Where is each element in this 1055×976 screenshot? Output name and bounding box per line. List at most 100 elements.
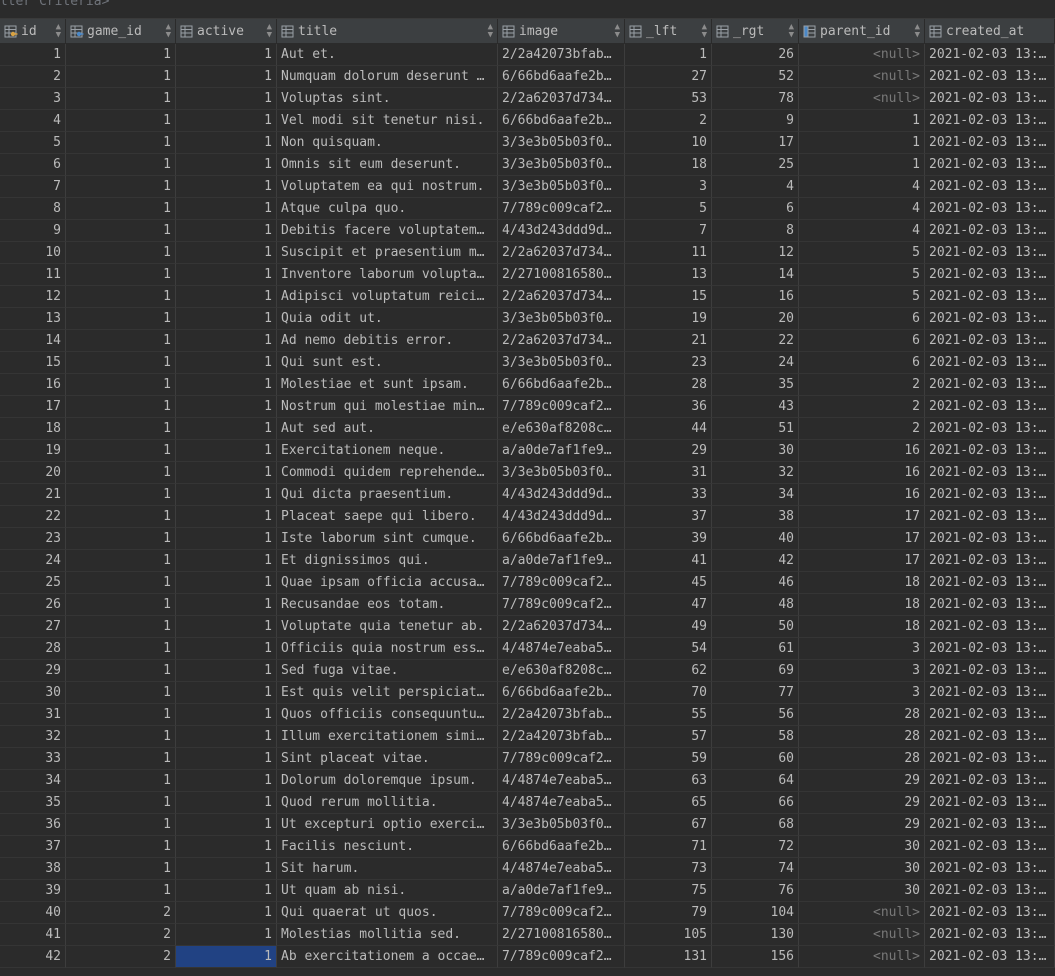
cell-active[interactable]: 1 <box>176 572 277 594</box>
cell-parent-id[interactable]: 30 <box>799 880 925 902</box>
cell-title[interactable]: Qui quaerat ut quos. <box>277 902 498 924</box>
cell-parent-id[interactable]: 18 <box>799 594 925 616</box>
column-header-active[interactable]: active ▲ ▼ <box>176 19 277 43</box>
sort-arrows-icon[interactable]: ▲ ▼ <box>488 23 493 40</box>
cell-title[interactable]: Ab exercitationem a occae… <box>277 946 498 968</box>
cell-rgt[interactable]: 17 <box>712 132 799 154</box>
cell-lft[interactable]: 59 <box>625 748 712 770</box>
cell-parent-id[interactable]: 28 <box>799 748 925 770</box>
cell-lft[interactable]: 19 <box>625 308 712 330</box>
cell-title[interactable]: Voluptatem ea qui nostrum. <box>277 176 498 198</box>
cell-title[interactable]: Placeat saepe qui libero. <box>277 506 498 528</box>
table-row[interactable]: 29 1 1 Sed fuga vitae. e/e630af8208c… 62 69 3 20… <box>0 660 1055 682</box>
cell-active[interactable]: 1 <box>176 396 277 418</box>
cell-active[interactable]: 1 <box>176 506 277 528</box>
cell-parent-id[interactable]: 17 <box>799 550 925 572</box>
cell-rgt[interactable]: 50 <box>712 616 799 638</box>
cell-lft[interactable]: 53 <box>625 88 712 110</box>
cell-title[interactable]: Omnis sit eum deserunt. <box>277 154 498 176</box>
cell-active[interactable]: 1 <box>176 374 277 396</box>
cell-id[interactable]: 8 <box>0 198 66 220</box>
cell-created-at[interactable]: 2021-02-03 13:08 <box>925 550 1055 572</box>
cell-created-at[interactable]: 2021-02-03 13:08 <box>925 616 1055 638</box>
cell-image[interactable]: 2/2a62037d734… <box>498 616 625 638</box>
table-row[interactable]: 37 1 1 Facilis nesciunt. 6/66bd6aafe2b… 71 72 3… <box>0 836 1055 858</box>
cell-rgt[interactable]: 4 <box>712 176 799 198</box>
cell-game-id[interactable]: 1 <box>66 528 176 550</box>
cell-id[interactable]: 40 <box>0 902 66 924</box>
cell-lft[interactable]: 37 <box>625 506 712 528</box>
cell-rgt[interactable]: 8 <box>712 220 799 242</box>
table-row[interactable]: 24 1 1 Et dignissimos qui. a/a0de7af1fe9… 41 4… <box>0 550 1055 572</box>
cell-parent-id[interactable]: 5 <box>799 242 925 264</box>
cell-parent-id[interactable]: 4 <box>799 198 925 220</box>
table-row[interactable]: 21 1 1 Qui dicta praesentium. 4/43d243ddd9d…… <box>0 484 1055 506</box>
cell-image[interactable]: 6/66bd6aafe2b… <box>498 66 625 88</box>
cell-created-at[interactable]: 2021-02-03 13:08 <box>925 594 1055 616</box>
cell-lft[interactable]: 36 <box>625 396 712 418</box>
cell-title[interactable]: Qui sunt est. <box>277 352 498 374</box>
cell-parent-id[interactable]: 1 <box>799 110 925 132</box>
cell-rgt[interactable]: 16 <box>712 286 799 308</box>
cell-id[interactable]: 15 <box>0 352 66 374</box>
cell-active[interactable]: 1 <box>176 770 277 792</box>
table-row[interactable]: 33 1 1 Sint placeat vitae. 7/789c009caf2… 59 6… <box>0 748 1055 770</box>
cell-game-id[interactable]: 1 <box>66 242 176 264</box>
cell-lft[interactable]: 39 <box>625 528 712 550</box>
cell-active[interactable]: 1 <box>176 528 277 550</box>
cell-image[interactable]: 2/2a62037d734… <box>498 330 625 352</box>
cell-lft[interactable]: 2 <box>625 110 712 132</box>
cell-lft[interactable]: 75 <box>625 880 712 902</box>
cell-id[interactable]: 1 <box>0 44 66 66</box>
cell-image[interactable]: 3/3e3b05b03f0… <box>498 352 625 374</box>
cell-created-at[interactable]: 2021-02-03 13:08 <box>925 748 1055 770</box>
cell-game-id[interactable]: 1 <box>66 550 176 572</box>
cell-rgt[interactable]: 6 <box>712 198 799 220</box>
cell-image[interactable]: 2/27100816580… <box>498 924 625 946</box>
cell-parent-id[interactable]: <null> <box>799 902 925 924</box>
cell-title[interactable]: Quia odit ut. <box>277 308 498 330</box>
table-row[interactable]: 18 1 1 Aut sed aut. e/e630af8208c… 44 51 2 2021-… <box>0 418 1055 440</box>
table-row[interactable]: 31 1 1 Quos officiis consequuntu… 2/2a42073b… <box>0 704 1055 726</box>
table-row[interactable]: 16 1 1 Molestiae et sunt ipsam. 6/66bd6aafe2… <box>0 374 1055 396</box>
cell-image[interactable]: 3/3e3b05b03f0… <box>498 176 625 198</box>
cell-created-at[interactable]: 2021-02-03 13:08 <box>925 836 1055 858</box>
cell-game-id[interactable]: 1 <box>66 132 176 154</box>
cell-game-id[interactable]: 1 <box>66 286 176 308</box>
cell-lft[interactable]: 63 <box>625 770 712 792</box>
cell-active[interactable]: 1 <box>176 484 277 506</box>
cell-parent-id[interactable]: 2 <box>799 418 925 440</box>
cell-image[interactable]: 6/66bd6aafe2b… <box>498 528 625 550</box>
cell-title[interactable]: Quos officiis consequuntu… <box>277 704 498 726</box>
cell-image[interactable]: e/e630af8208c… <box>498 660 625 682</box>
cell-created-at[interactable]: 2021-02-03 13:08 <box>925 902 1055 924</box>
cell-rgt[interactable]: 51 <box>712 418 799 440</box>
cell-game-id[interactable]: 1 <box>66 594 176 616</box>
cell-rgt[interactable]: 42 <box>712 550 799 572</box>
cell-image[interactable]: a/a0de7af1fe9… <box>498 880 625 902</box>
cell-title[interactable]: Adipisci voluptatum reici… <box>277 286 498 308</box>
cell-image[interactable]: 2/2a62037d734… <box>498 242 625 264</box>
table-row[interactable]: 10 1 1 Suscipit et praesentium m… 2/2a62037d… <box>0 242 1055 264</box>
cell-game-id[interactable]: 1 <box>66 462 176 484</box>
table-row[interactable]: 2 1 1 Numquam dolorum deserunt … 6/66bd6aafe… <box>0 66 1055 88</box>
cell-rgt[interactable]: 24 <box>712 352 799 374</box>
cell-game-id[interactable]: 1 <box>66 330 176 352</box>
cell-created-at[interactable]: 2021-02-03 13:08 <box>925 198 1055 220</box>
table-row[interactable]: 25 1 1 Quae ipsam officia accusa… 7/789c009c… <box>0 572 1055 594</box>
cell-created-at[interactable]: 2021-02-03 13:08 <box>925 352 1055 374</box>
cell-parent-id[interactable]: 29 <box>799 770 925 792</box>
table-row[interactable]: 40 2 1 Qui quaerat ut quos. 7/789c009caf2… 79… <box>0 902 1055 924</box>
cell-rgt[interactable]: 61 <box>712 638 799 660</box>
cell-rgt[interactable]: 52 <box>712 66 799 88</box>
cell-created-at[interactable]: 2021-02-03 13:08 <box>925 308 1055 330</box>
column-header-title[interactable]: title ▲ ▼ <box>277 19 498 43</box>
cell-active[interactable]: 1 <box>176 946 277 968</box>
cell-active[interactable]: 1 <box>176 198 277 220</box>
cell-active[interactable]: 1 <box>176 594 277 616</box>
table-row[interactable]: 26 1 1 Recusandae eos totam. 7/789c009caf2… 4… <box>0 594 1055 616</box>
cell-rgt[interactable]: 68 <box>712 814 799 836</box>
cell-active[interactable]: 1 <box>176 462 277 484</box>
cell-lft[interactable]: 29 <box>625 440 712 462</box>
cell-game-id[interactable]: 1 <box>66 814 176 836</box>
